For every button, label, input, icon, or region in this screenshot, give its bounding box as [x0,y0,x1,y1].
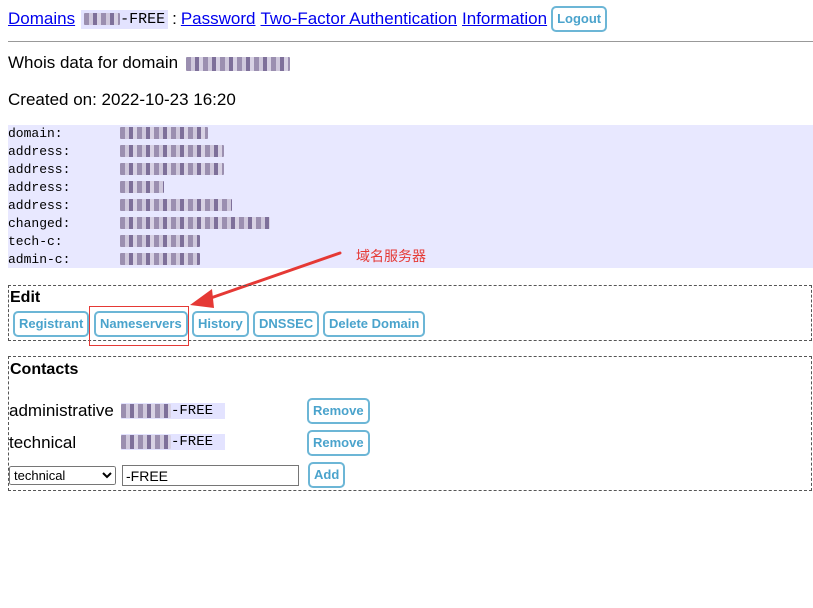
contact-handle-technical: -FREE [121,434,225,450]
redacted-handle [121,435,171,449]
redacted-handle [121,404,171,418]
annotation-highlight-box [89,306,189,346]
history-button[interactable]: History [192,311,249,337]
registrant-button[interactable]: Registrant [13,311,90,337]
add-contact-button[interactable]: Add [308,462,346,488]
remove-technical-button[interactable]: Remove [307,430,370,456]
contact-handle-administrative: -FREE [121,403,225,419]
edit-title: Edit [10,289,41,306]
remove-administrative-button[interactable]: Remove [307,398,370,424]
delete-domain-button[interactable]: Delete Domain [323,311,426,337]
contact-handle-suffix: -FREE [171,434,214,450]
contact-handle-input[interactable] [122,465,299,486]
dnssec-button[interactable]: DNSSEC [253,311,320,337]
contact-handle-suffix: -FREE [171,403,214,419]
contact-role-select[interactable]: technical [9,466,116,485]
contacts-title: Contacts [10,361,79,378]
contact-role-technical: technical [9,433,77,452]
contact-role-administrative: administrative [9,401,114,420]
